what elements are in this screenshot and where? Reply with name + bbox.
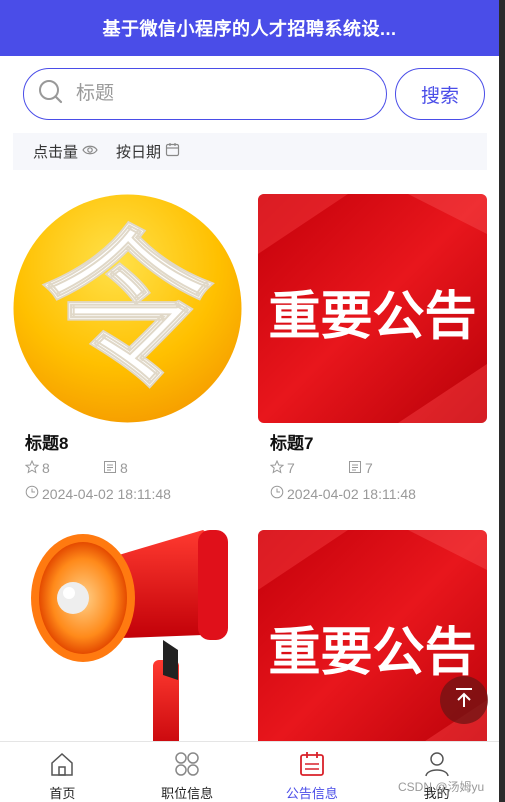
like-count-value: 7 xyxy=(287,460,295,476)
sort-bar: 点击量 按日期 xyxy=(13,133,487,170)
logo-character: 令 xyxy=(42,210,213,410)
banner-text: 重要公告 xyxy=(268,287,476,347)
search-row: 搜索 xyxy=(23,68,485,120)
like-count: 8 xyxy=(24,459,103,477)
grid-icon xyxy=(173,751,201,777)
notice-card[interactable]: 重要公告 xyxy=(258,530,487,759)
date-value: 2024-04-02 18:11:48 xyxy=(42,485,171,502)
eye-icon xyxy=(82,143,98,160)
notice-card[interactable] xyxy=(13,530,242,759)
watermark: CSDN @汤姆yu xyxy=(398,780,485,794)
clock-icon xyxy=(270,485,284,502)
view-count: 8 xyxy=(103,460,181,477)
home-icon xyxy=(48,751,76,777)
calendar-icon xyxy=(165,142,180,161)
like-count: 7 xyxy=(269,459,348,477)
notice-card[interactable]: 令 标题8 8 8 2024-04-02 18:11:48 xyxy=(13,194,242,502)
tab-jobs[interactable]: 职位信息 xyxy=(125,742,250,802)
arrow-up-icon xyxy=(452,686,476,715)
red-megaphone xyxy=(13,530,242,759)
navigation-bar: 基于微信小程序的人才招聘系统设... xyxy=(0,0,499,56)
card-meta: 7 7 xyxy=(258,459,487,477)
ling-character-logo: 令 xyxy=(13,194,242,423)
like-count-value: 8 xyxy=(42,460,50,476)
card-date: 2024-04-02 18:11:48 xyxy=(13,485,242,502)
date-value: 2024-04-02 18:11:48 xyxy=(287,485,416,502)
scrollbar[interactable] xyxy=(499,0,505,802)
back-to-top-button[interactable] xyxy=(440,676,488,724)
view-count-value: 7 xyxy=(365,460,373,476)
user-icon xyxy=(423,751,451,777)
view-count: 7 xyxy=(348,460,426,477)
search-input[interactable] xyxy=(76,83,336,105)
card-date: 2024-04-02 18:11:48 xyxy=(258,485,487,502)
tab-label: 职位信息 xyxy=(161,786,214,801)
document-icon xyxy=(103,460,117,477)
notice-card[interactable]: 重要公告 标题7 7 7 2024-04-02 18:11:48 xyxy=(258,194,487,502)
search-box[interactable] xyxy=(23,68,387,120)
star-icon xyxy=(269,459,285,477)
search-button[interactable]: 搜索 xyxy=(395,68,485,120)
notice-icon xyxy=(298,751,326,777)
sort-by-date[interactable]: 按日期 xyxy=(116,141,180,162)
view-count-value: 8 xyxy=(120,460,128,476)
card-title: 标题8 xyxy=(25,434,69,453)
star-icon xyxy=(24,459,40,477)
sort-by-clicks-label: 点击量 xyxy=(33,144,79,161)
tab-label: 公告信息 xyxy=(285,786,338,801)
card-title: 标题7 xyxy=(270,434,314,453)
important-notice-banner: 重要公告 xyxy=(258,194,487,423)
banner-text: 重要公告 xyxy=(268,623,476,683)
card-meta: 8 8 xyxy=(13,459,242,477)
clock-icon xyxy=(25,485,39,502)
tab-home[interactable]: 首页 xyxy=(0,742,125,802)
page-title: 基于微信小程序的人才招聘系统设... xyxy=(102,19,397,39)
sort-by-clicks[interactable]: 点击量 xyxy=(33,141,98,162)
tab-notices[interactable]: 公告信息 xyxy=(250,742,375,802)
sort-by-date-label: 按日期 xyxy=(116,144,162,161)
tab-label: 首页 xyxy=(49,786,76,801)
important-notice-banner: 重要公告 xyxy=(258,530,487,759)
search-icon xyxy=(38,79,64,110)
app-page: 基于微信小程序的人才招聘系统设... 搜索 点击量 按日期 xyxy=(0,0,499,802)
document-icon xyxy=(348,460,362,477)
